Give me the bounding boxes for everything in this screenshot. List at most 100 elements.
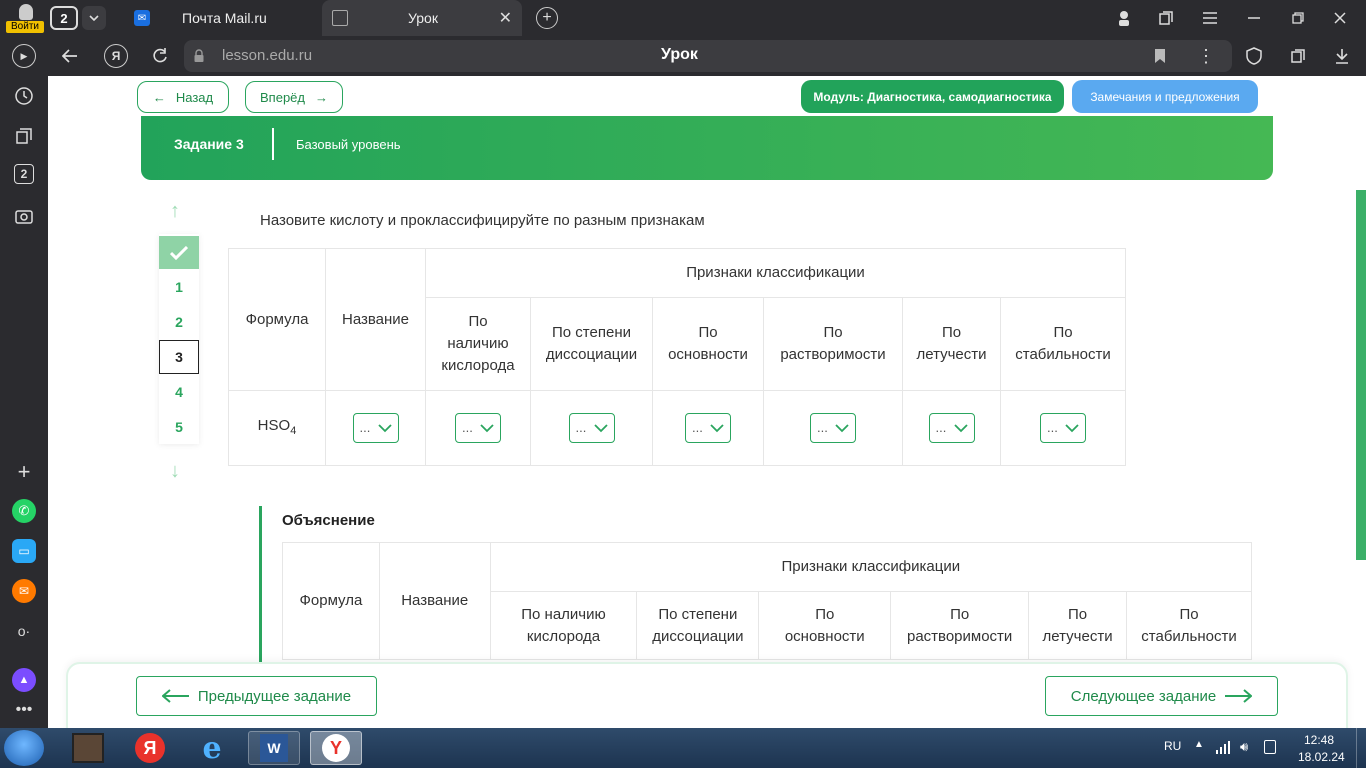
menu-icon[interactable] — [1198, 6, 1222, 30]
alice-icon[interactable]: o· — [12, 619, 36, 643]
history-icon[interactable] — [12, 84, 36, 108]
profile-login-button[interactable]: Войти — [6, 2, 44, 34]
oxygen-dropdown[interactable]: ... — [455, 413, 501, 443]
more-options-icon[interactable]: ⋮ — [1194, 44, 1218, 68]
tab-count-button[interactable]: 2 — [50, 6, 78, 30]
taskbar-app-photo[interactable] — [62, 731, 114, 765]
question-nav-item-1[interactable]: 1 — [159, 270, 199, 304]
yandex-icon[interactable]: Я — [104, 44, 128, 68]
protect-icon[interactable] — [1242, 44, 1266, 68]
collections-icon[interactable] — [1154, 6, 1178, 30]
assistant-icon[interactable]: ▲ — [12, 668, 36, 692]
collections-toolbar-icon[interactable] — [1286, 44, 1310, 68]
tab-counter-icon[interactable]: 2 — [14, 164, 34, 184]
next-task-label: Следующее задание — [1070, 687, 1217, 705]
question-nav-item-4[interactable]: 4 — [159, 375, 199, 409]
name-cell: ... — [325, 390, 426, 466]
dropdown-value: ... — [359, 420, 371, 435]
bookmark-icon[interactable] — [1154, 48, 1166, 64]
tray-show-hidden-icon[interactable]: ▲ — [1194, 739, 1204, 750]
more-sidebar-icon[interactable]: ••• — [12, 698, 36, 722]
collections-sidebar-icon[interactable] — [12, 124, 36, 148]
tab-mail[interactable]: ✉ Почта Mail.ru — [124, 0, 320, 36]
stability-dropdown[interactable]: ... — [1040, 413, 1086, 443]
prev-task-button[interactable]: Предыдущее задание — [136, 676, 377, 716]
screenshot-icon[interactable] — [12, 204, 36, 228]
explanation-header-name: Название — [378, 542, 491, 660]
formula-text: HSO — [257, 416, 291, 434]
close-window-icon[interactable] — [1328, 6, 1352, 30]
long-arrow-right-icon — [1225, 689, 1253, 703]
question-nav-item-5[interactable]: 5 — [159, 410, 199, 444]
taskbar-ie-icon[interactable]: e — [186, 731, 238, 766]
nav-down-arrow-icon[interactable]: ↓ — [170, 460, 180, 483]
browser-sidebar: ▶ 2 + ✆ ▭ ✉ o· ▲ ••• — [0, 36, 48, 728]
header-basicity: По основности — [652, 297, 764, 391]
explanation-header-classification: Признаки классификации — [489, 542, 1253, 592]
taskbar-word-icon[interactable]: W — [248, 731, 300, 765]
scrollbar[interactable] — [1356, 190, 1366, 560]
volatility-dropdown[interactable]: ... — [928, 413, 975, 443]
reload-icon[interactable] — [148, 44, 172, 68]
basicity-dropdown[interactable]: ... — [685, 413, 731, 443]
address-field[interactable]: lesson.edu.ru Урок — [184, 40, 1232, 72]
formula-subscript: 4 — [290, 424, 297, 437]
tab-lesson[interactable]: Урок ✕ — [322, 0, 522, 36]
clock-time[interactable]: 12:48 — [1304, 733, 1334, 747]
volume-icon[interactable]: 🔊︎ — [1240, 739, 1248, 755]
play-icon[interactable]: ▶ — [12, 44, 36, 68]
header-name: Название — [325, 248, 426, 391]
show-desktop-button[interactable] — [1356, 728, 1366, 768]
forward-button[interactable]: Вперёд → — [245, 81, 343, 113]
back-button[interactable]: ← Назад — [137, 81, 229, 113]
header-stability: По стабильности — [1000, 297, 1126, 391]
tabs-dropdown-icon[interactable] — [82, 6, 106, 30]
completed-check-icon[interactable] — [159, 236, 199, 269]
question-nav-item-3[interactable]: 3 — [159, 340, 199, 374]
account-icon[interactable] — [1112, 6, 1136, 30]
taskbar-yandex-browser-icon[interactable]: Y — [310, 731, 362, 765]
solubility-dropdown[interactable]: ... — [810, 413, 856, 443]
dissociation-dropdown[interactable]: ... — [568, 413, 615, 443]
language-indicator[interactable]: RU — [1164, 739, 1181, 753]
question-nav-item-2[interactable]: 2 — [159, 305, 199, 339]
task-number: Задание 3 — [174, 136, 244, 152]
browser-tab-strip: Войти 2 ✉ Почта Mail.ru Урок ✕ + — [0, 0, 1366, 36]
start-button[interactable] — [4, 730, 44, 766]
close-tab-icon[interactable]: ✕ — [499, 8, 512, 28]
arrow-right-icon: → — [315, 89, 328, 105]
banner-divider — [272, 128, 274, 160]
taskbar-yandex-icon[interactable]: Я — [124, 731, 176, 765]
minimize-icon[interactable] — [1242, 6, 1266, 30]
explanation-header-dissociation: По степени диссоциации — [636, 591, 760, 660]
network-icon[interactable] — [1216, 740, 1230, 754]
messenger-icon[interactable]: ▭ — [12, 539, 36, 563]
name-dropdown[interactable]: ... — [352, 413, 399, 443]
feedback-button[interactable]: Замечания и предложения — [1072, 80, 1258, 113]
mail-icon: ✉ — [134, 10, 150, 26]
dropdown-value: ... — [935, 420, 947, 435]
explanation-header-oxygen: По наличию кислорода — [489, 591, 638, 660]
nav-up-arrow-icon[interactable]: ↑ — [170, 200, 180, 223]
header-classification: Признаки классификации — [425, 248, 1126, 298]
browser-toolbar: Я lesson.edu.ru Урок ⋮ — [48, 36, 1366, 76]
next-task-button[interactable]: Следующее задание — [1045, 676, 1278, 716]
lock-icon — [194, 49, 204, 62]
download-icon[interactable] — [1330, 44, 1354, 68]
task-level: Базовый уровень — [296, 137, 401, 152]
explanation-header-stability: По стабильности — [1126, 591, 1252, 660]
back-arrow-icon[interactable] — [58, 44, 82, 68]
module-button[interactable]: Модуль: Диагностика, самодиагностика — [801, 80, 1064, 113]
whatsapp-icon[interactable]: ✆ — [12, 499, 36, 523]
mail-sidebar-icon[interactable]: ✉ — [12, 579, 36, 603]
dropdown-value: ... — [817, 420, 828, 435]
restore-icon[interactable] — [1286, 6, 1310, 30]
action-center-icon[interactable] — [1264, 740, 1276, 754]
tab-grid-icon — [332, 10, 348, 26]
chevron-down-icon — [1065, 424, 1079, 433]
new-tab-icon[interactable]: + — [536, 7, 558, 29]
dropdown-value: ... — [1047, 420, 1058, 435]
stability-cell: ... — [1000, 390, 1126, 466]
clock-date[interactable]: 18.02.24 — [1298, 750, 1345, 764]
add-panel-icon[interactable]: + — [12, 459, 36, 484]
